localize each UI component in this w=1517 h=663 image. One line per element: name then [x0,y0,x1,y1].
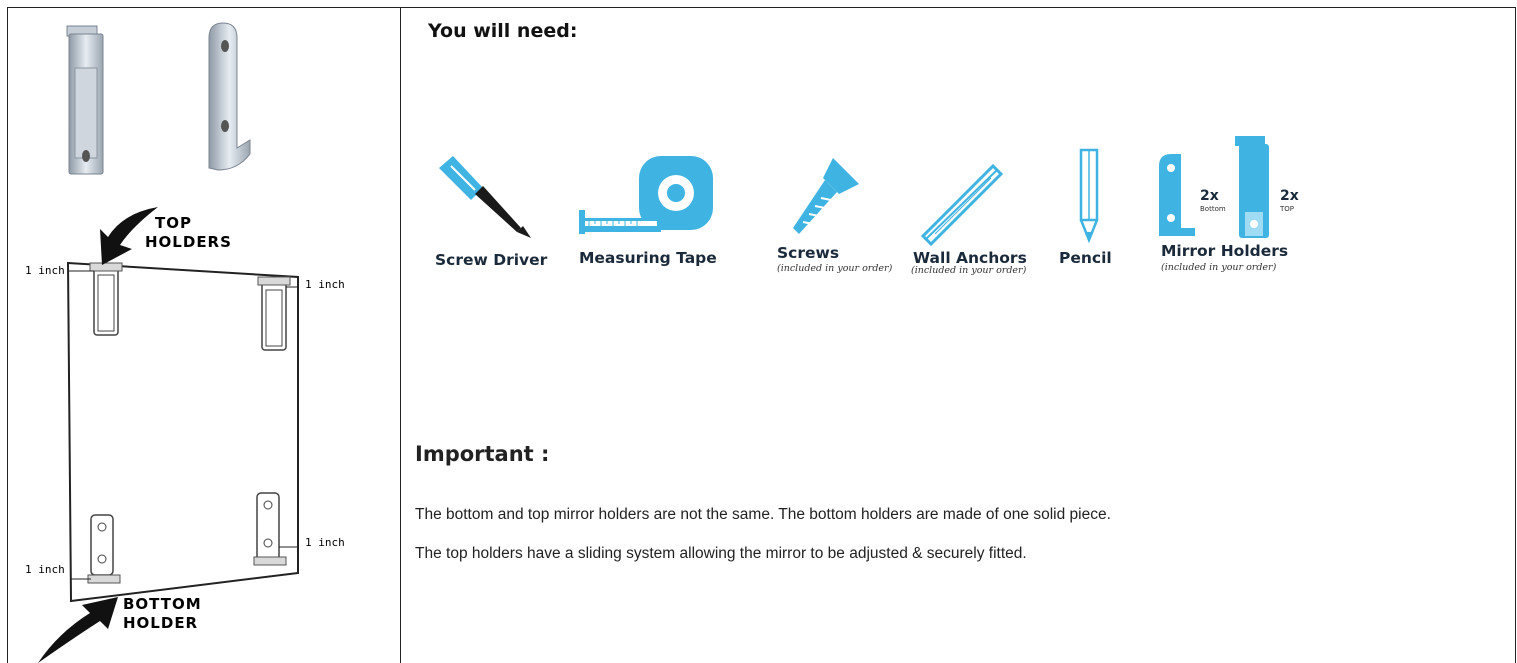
you-will-need-heading: You will need: [428,20,578,42]
tools-row: Screw Driver Measuring Tape Screws (incl… [431,136,1331,296]
tool-sub: (included in your order) [1161,262,1277,273]
important-heading: Important : [415,442,550,466]
bottom-qty-label: Bottom [1200,205,1226,213]
tool-label: Screw Driver [435,251,548,269]
top-qty: 2x [1280,188,1299,204]
screwdriver-icon [439,156,531,238]
bottom-label-line1: BOTTOM [123,595,202,613]
top-label-line1: TOP [155,214,192,232]
top-label-line2: HOLDERS [145,233,232,251]
top-holders-label: TOP HOLDERS [145,214,232,252]
measure-bottom-right: 1 inch [305,536,345,549]
paragraph-sliding-system: The top holders have a sliding system al… [415,545,1027,562]
bottom-qty: 2x [1200,188,1219,204]
top-holder-photo [66,25,104,175]
tool-label: Pencil [1059,249,1112,267]
pencil-icon [1079,148,1099,244]
wall-anchor-icon [920,163,1004,246]
paragraph-holders-difference: The bottom and top mirror holders are no… [415,506,1111,523]
measure-top-left: 1 inch [25,264,65,277]
measure-top-right: 1 inch [305,278,345,291]
installation-diagram: TOP HOLDERS BOTTOM HOLDER 1 inch 1 inch … [8,8,400,663]
holder-photo [66,22,251,175]
tool-label: Measuring Tape [579,249,717,267]
mirror-diagram [38,207,299,663]
bottom-holder-photo [208,22,251,171]
measure-bottom-left: 1 inch [25,563,65,576]
measuring-tape-icon [579,156,713,234]
tool-label: Mirror Holders [1161,242,1289,260]
tool-label: Screws [777,244,840,262]
tool-sub: (included in your order) [911,265,1027,276]
screw-icon [793,158,859,234]
top-qty-label: TOP [1280,205,1295,213]
bottom-holder-label: BOTTOM HOLDER [123,595,202,633]
tool-sub: (included in your order) [777,263,893,274]
instructions-panel: You will need: Screw Driver Measuring Ta… [401,8,1515,663]
bottom-label-line2: HOLDER [123,614,199,632]
